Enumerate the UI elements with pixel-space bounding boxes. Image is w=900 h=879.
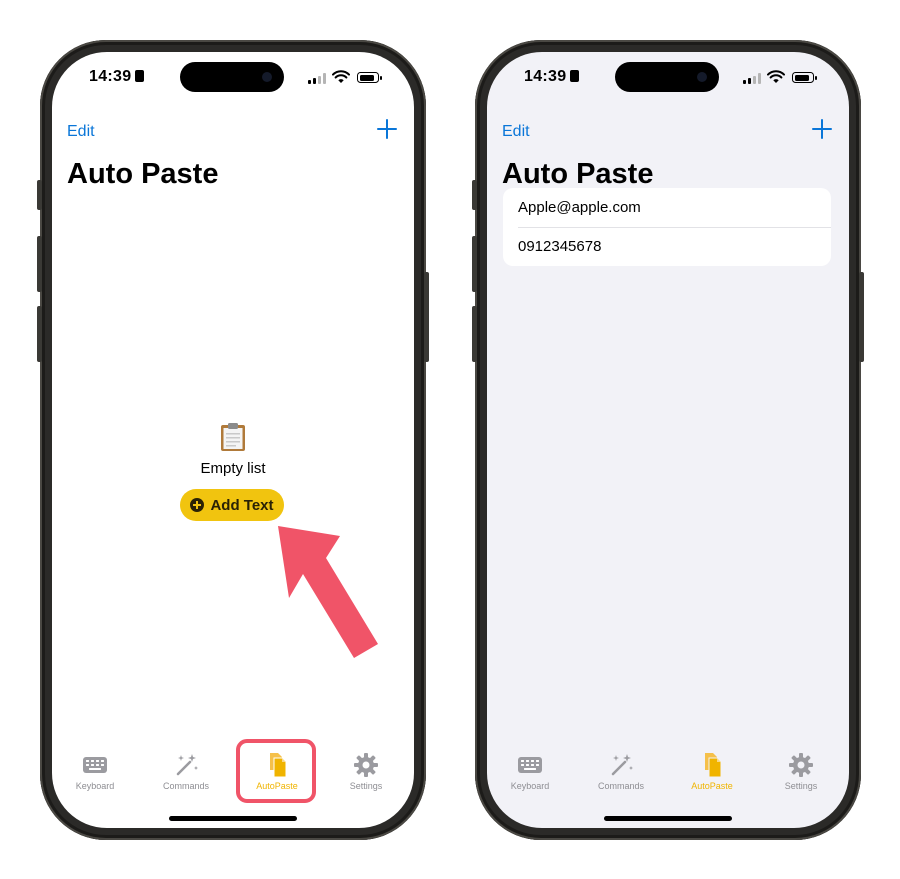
edit-button[interactable]: Edit <box>502 123 530 141</box>
gear-icon <box>352 752 380 778</box>
volume-down-button <box>472 306 477 362</box>
tab-keyboard[interactable]: Keyboard <box>55 752 135 791</box>
empty-list-label: Empty list <box>200 460 266 477</box>
keyboard-icon <box>516 752 544 778</box>
battery-icon <box>357 72 382 83</box>
battery-icon <box>792 72 817 83</box>
phone-frame-left: 14:39 Edit Auto Paste Empty list Add Tex… <box>37 40 429 840</box>
tab-label: Keyboard <box>75 781 115 791</box>
tab-label: Commands <box>162 781 209 791</box>
annotation-highlight-box <box>236 739 316 803</box>
gear-icon <box>787 752 815 778</box>
sparkles-icon <box>607 752 635 778</box>
camera-icon <box>262 72 272 82</box>
add-text-button[interactable]: Add Text <box>180 489 284 521</box>
plus-circle-icon <box>190 498 205 512</box>
dynamic-island <box>615 62 719 92</box>
power-button <box>859 272 864 362</box>
tab-autopaste[interactable]: AutoPaste <box>672 752 752 791</box>
action-button <box>472 180 477 210</box>
add-icon[interactable] <box>811 118 833 140</box>
page-title: Auto Paste <box>502 158 654 190</box>
tab-settings[interactable]: Settings <box>761 752 841 791</box>
status-bar: 14:39 <box>487 52 849 104</box>
edit-button[interactable]: Edit <box>67 123 95 141</box>
tab-label: Commands <box>597 781 644 791</box>
tab-label: Keyboard <box>510 781 550 791</box>
annotation-arrow <box>278 526 378 658</box>
cellular-signal-icon <box>308 73 326 84</box>
tab-label: Settings <box>784 781 818 791</box>
tab-commands[interactable]: Commands <box>581 752 661 791</box>
camera-icon <box>697 72 707 82</box>
keyboard-icon <box>81 752 109 778</box>
home-indicator[interactable] <box>169 816 297 821</box>
status-time: 14:39 <box>524 68 580 86</box>
page-title: Auto Paste <box>67 158 219 190</box>
status-time: 14:39 <box>89 68 145 86</box>
list-item[interactable]: 0912345678 <box>503 227 831 266</box>
id-card-icon <box>135 70 145 82</box>
tab-label: Settings <box>349 781 383 791</box>
volume-up-button <box>37 236 42 292</box>
id-card-icon <box>570 70 580 82</box>
paste-list: Apple@apple.com 0912345678 <box>503 188 831 266</box>
wifi-icon <box>767 70 785 83</box>
tab-settings[interactable]: Settings <box>326 752 406 791</box>
home-indicator[interactable] <box>604 816 732 821</box>
status-bar: 14:39 <box>52 52 414 104</box>
action-button <box>37 180 42 210</box>
list-item[interactable]: Apple@apple.com <box>503 188 831 227</box>
empty-state: Empty list <box>52 422 414 477</box>
screen-right: 14:39 Edit Auto Paste Apple@apple.com 09… <box>487 52 849 828</box>
volume-up-button <box>472 236 477 292</box>
tab-label: AutoPaste <box>691 781 733 791</box>
tab-commands[interactable]: Commands <box>146 752 226 791</box>
screen-left: 14:39 Edit Auto Paste Empty list Add Tex… <box>52 52 414 828</box>
cellular-signal-icon <box>743 73 761 84</box>
add-icon[interactable] <box>376 118 398 140</box>
clipboard-icon <box>220 422 246 452</box>
dynamic-island <box>180 62 284 92</box>
phone-frame-right: 14:39 Edit Auto Paste Apple@apple.com 09… <box>472 40 864 840</box>
power-button <box>424 272 429 362</box>
wifi-icon <box>332 70 350 83</box>
sparkles-icon <box>172 752 200 778</box>
tab-bar: Keyboard Commands AutoPaste Settings <box>52 752 414 802</box>
tab-bar: Keyboard Commands AutoPaste Settings <box>487 752 849 802</box>
tab-keyboard[interactable]: Keyboard <box>490 752 570 791</box>
documents-icon <box>698 752 726 778</box>
volume-down-button <box>37 306 42 362</box>
add-text-label: Add Text <box>210 496 274 514</box>
